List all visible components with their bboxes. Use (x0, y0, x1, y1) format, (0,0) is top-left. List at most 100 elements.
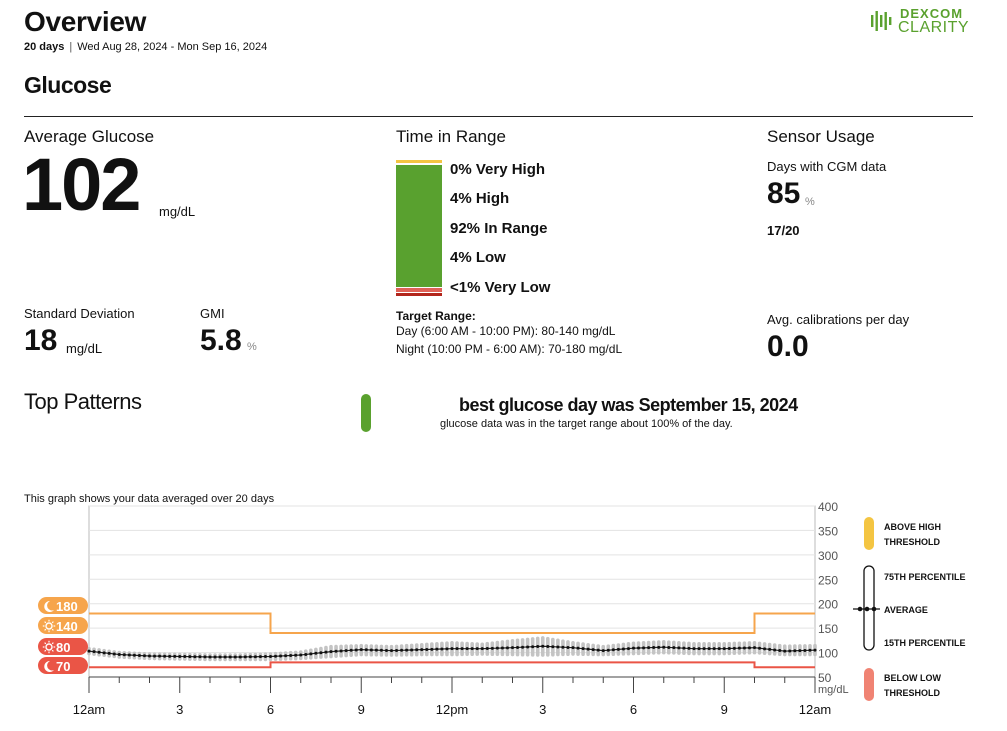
average-point (102, 651, 106, 655)
average-point (717, 647, 721, 651)
average-point (616, 647, 620, 651)
gmi-label: GMI (200, 306, 225, 321)
y-tick-label: 350 (818, 524, 838, 538)
divider (24, 116, 973, 117)
x-tick-label: 9 (358, 702, 365, 717)
sun-ray (44, 649, 47, 652)
calibrations-value: 0.0 (767, 330, 809, 363)
tir-segment-very-low (396, 293, 442, 296)
average-point (430, 647, 434, 651)
page-title: Overview (24, 6, 147, 37)
logo-word-clarity: CLARITY (898, 19, 970, 36)
average-point (299, 653, 303, 657)
threshold-badge-value: 140 (56, 619, 78, 634)
average-point (475, 647, 479, 651)
x-tick-label: 9 (721, 702, 728, 717)
y-tick-label: 50 (818, 671, 832, 685)
average-point (334, 649, 338, 653)
average-point (163, 654, 167, 658)
average-point (173, 654, 177, 658)
average-point (97, 650, 101, 654)
average-point (516, 645, 520, 649)
tir-row-in-range: 92% In Range (450, 220, 548, 237)
tir-segment-low (396, 288, 442, 292)
average-point (158, 654, 162, 658)
average-point (450, 647, 454, 651)
gmi-unit: % (247, 341, 257, 353)
average-point (697, 647, 701, 651)
tir-row-very-high: 0% Very High (450, 161, 546, 178)
average-point (87, 649, 91, 653)
date-range: Wed Aug 28, 2024 - Mon Sep 16, 2024 (77, 41, 268, 53)
average-point (269, 654, 272, 658)
threshold-badge-value: 180 (56, 599, 78, 614)
x-tick-label: 6 (267, 702, 274, 717)
agp-x-axis: 12am 3 6 9 12pm 3 6 9 12am (73, 676, 831, 717)
average-point (364, 648, 368, 652)
average-point (637, 646, 641, 650)
average-point (405, 648, 409, 652)
average-point (213, 655, 217, 659)
average-point (344, 649, 348, 653)
sun-ray (51, 628, 54, 631)
sun-ray (51, 621, 54, 624)
y-tick-label: 400 (818, 500, 838, 514)
legend-above-high-label: ABOVE HIGH (884, 522, 941, 532)
average-point (586, 647, 590, 651)
days-with-cgm-value: 85 (767, 177, 801, 210)
average-point (546, 644, 550, 648)
average-point (521, 645, 525, 649)
average-point (395, 648, 399, 652)
legend-below-low-label-2: THRESHOLD (884, 688, 941, 698)
sun-ray (51, 649, 54, 652)
average-point (183, 655, 187, 659)
average-point (747, 646, 751, 650)
average-point (480, 647, 484, 651)
average-point (127, 653, 131, 657)
average-point (753, 646, 756, 650)
legend-p75-label: 75TH PERCENTILE (884, 572, 966, 582)
average-point (737, 646, 741, 650)
average-point (621, 647, 625, 651)
average-point (359, 648, 363, 652)
x-tick-label: 3 (176, 702, 183, 717)
average-glucose-value: 102 (22, 143, 141, 226)
average-point (652, 646, 656, 650)
average-point (556, 645, 560, 649)
average-point (92, 650, 96, 654)
threshold-badge-value: 70 (56, 659, 70, 674)
average-point (576, 646, 580, 650)
average-point (788, 649, 792, 653)
time-in-range-label: Time in Range (396, 127, 506, 146)
average-point (289, 654, 293, 658)
average-point (228, 655, 232, 659)
average-point (218, 655, 222, 659)
days-with-cgm-unit: % (805, 196, 815, 208)
agp-threshold-badges: 180 140 80 70 (38, 597, 88, 674)
tir-row-low: 4% Low (450, 249, 506, 266)
average-point (596, 648, 600, 652)
gmi-value: 5.8 (200, 324, 242, 357)
average-point (349, 648, 353, 652)
y-axis-unit: mg/dL (818, 684, 849, 696)
average-point (601, 649, 605, 653)
target-range-day: Day (6:00 AM - 10:00 PM): 80-140 mg/dL (396, 324, 616, 338)
legend-average-dot (871, 606, 877, 612)
tir-row-high: 4% High (450, 190, 510, 207)
average-point (682, 646, 686, 650)
average-point (712, 647, 716, 651)
average-point (168, 654, 172, 658)
average-glucose-unit: mg/dL (159, 204, 196, 219)
average-point (667, 645, 671, 649)
average-point (258, 655, 262, 659)
average-point (511, 646, 514, 650)
low-threshold-line (89, 661, 815, 669)
average-point (198, 655, 202, 659)
sun-ray (44, 628, 47, 631)
average-point (727, 647, 731, 650)
average-point (420, 648, 424, 652)
separator: | (69, 41, 73, 53)
average-point (425, 647, 429, 651)
legend-above-high-swatch (864, 517, 874, 550)
standard-deviation-unit: mg/dL (66, 341, 103, 356)
